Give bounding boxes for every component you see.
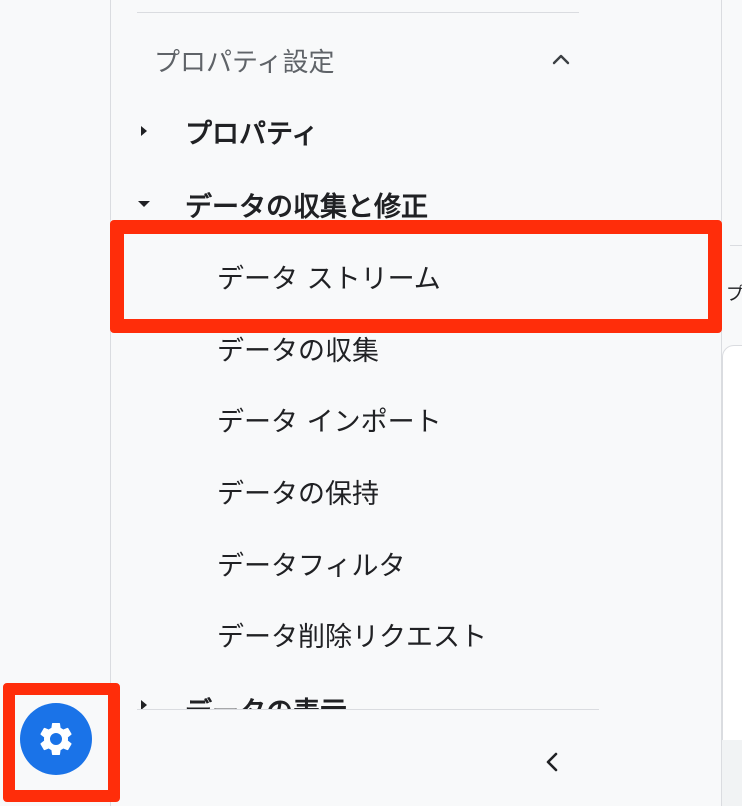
content-divider xyxy=(730,245,742,247)
nav-item-data-display[interactable]: データの表示 xyxy=(137,690,597,710)
content-card-edge xyxy=(722,345,742,806)
sub-item-data-filters[interactable]: データフィルタ xyxy=(217,539,617,587)
gear-icon xyxy=(40,722,72,755)
left-rail xyxy=(0,0,110,806)
sub-item-label: データ削除リクエスト xyxy=(217,621,487,653)
section-title: プロパティ設定 xyxy=(154,47,335,78)
caret-right-icon xyxy=(141,126,147,136)
collapse-nav-button[interactable] xyxy=(533,742,573,782)
sub-item-label: データフィルタ xyxy=(217,550,406,582)
sub-item-label: データ ストリーム xyxy=(217,263,441,295)
sub-item-data-deletion-requests[interactable]: データ削除リクエスト xyxy=(217,610,617,658)
chevron-up-icon xyxy=(552,54,570,65)
chevron-left-icon xyxy=(546,752,558,772)
sub-item-data-import[interactable]: データ インポート xyxy=(217,395,617,443)
sub-item-label: データの保持 xyxy=(217,478,379,510)
nav-item-label: データの表示 xyxy=(185,690,347,710)
content-text-fragment: プ xyxy=(726,284,742,305)
caret-down-icon xyxy=(138,201,150,207)
sub-item-label: データの収集 xyxy=(217,335,379,367)
content-footer-edge xyxy=(722,740,742,806)
divider xyxy=(137,709,599,710)
sub-item-data-collection[interactable]: データの収集 xyxy=(217,324,617,372)
nav-item-label: データの収集と修正 xyxy=(185,191,428,223)
divider xyxy=(137,12,579,13)
nav-item-label: プロパティ xyxy=(185,118,319,150)
property-settings-section-header[interactable]: プロパティ設定 xyxy=(137,38,582,82)
admin-settings-button[interactable] xyxy=(20,703,92,775)
sub-item-data-retention[interactable]: データの保持 xyxy=(217,467,617,515)
nav-item-property[interactable]: プロパティ xyxy=(137,107,597,155)
nav-item-data-collection[interactable]: データの収集と修正 xyxy=(137,180,597,228)
sub-item-label: データ インポート xyxy=(217,406,442,438)
sub-item-data-streams[interactable]: データ ストリーム xyxy=(217,252,617,300)
